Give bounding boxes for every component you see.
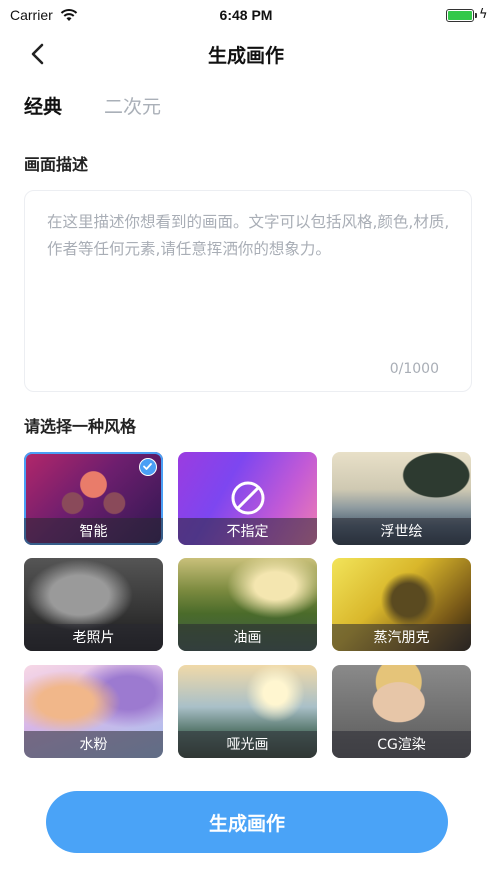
- status-bar: Carrier 6:48 PM ϟ: [0, 0, 492, 32]
- prohibited-icon: [231, 481, 265, 515]
- style-label: 浮世绘: [380, 524, 423, 540]
- description-section-label: 画面描述: [24, 155, 89, 174]
- description-box: 0/1000: [24, 190, 472, 392]
- page-title: 生成画作: [207, 45, 284, 67]
- charging-icon: ϟ: [479, 7, 488, 22]
- style-label: 水粉: [79, 737, 108, 753]
- style-card-smart[interactable]: 智能: [24, 452, 163, 545]
- navigation-bar: 生成画作: [0, 32, 492, 76]
- generate-button[interactable]: 生成画作: [46, 791, 448, 853]
- style-grid: 智能 不指定 浮世绘 老照片 油画 蒸汽朋克 水粉 哑光画 CG渲染: [24, 452, 472, 758]
- style-label: 智能: [79, 524, 108, 540]
- tab-anime-label: 二次元: [104, 96, 162, 118]
- style-label: 老照片: [72, 630, 115, 646]
- clock-time: 6:48 PM: [219, 7, 273, 23]
- tab-classic-label: 经典: [24, 96, 63, 118]
- style-section-label: 请选择一种风格: [24, 417, 137, 436]
- style-card-steampunk[interactable]: 蒸汽朋克: [332, 558, 471, 651]
- style-card-old-photo[interactable]: 老照片: [24, 558, 163, 651]
- style-card-gouache[interactable]: 水粉: [24, 665, 163, 758]
- style-label: CG渲染: [377, 737, 426, 753]
- style-card-ukiyoe[interactable]: 浮世绘: [332, 452, 471, 545]
- style-label: 油画: [233, 630, 262, 646]
- style-label: 蒸汽朋克: [373, 630, 430, 646]
- style-card-cg-render[interactable]: CG渲染: [332, 665, 471, 758]
- style-card-oil-painting[interactable]: 油画: [178, 558, 317, 651]
- battery-icon: [446, 9, 474, 22]
- style-label: 哑光画: [226, 737, 269, 753]
- style-card-matte-painting[interactable]: 哑光画: [178, 665, 317, 758]
- style-label: 不指定: [226, 524, 269, 540]
- tab-anime[interactable]: 二次元: [104, 92, 161, 119]
- character-counter: 0/1000: [389, 361, 439, 377]
- style-card-none[interactable]: 不指定: [178, 452, 317, 545]
- battery-cap: [475, 13, 477, 18]
- tab-classic[interactable]: 经典: [24, 92, 63, 119]
- description-input[interactable]: [47, 209, 457, 349]
- selected-check-icon: [139, 458, 157, 476]
